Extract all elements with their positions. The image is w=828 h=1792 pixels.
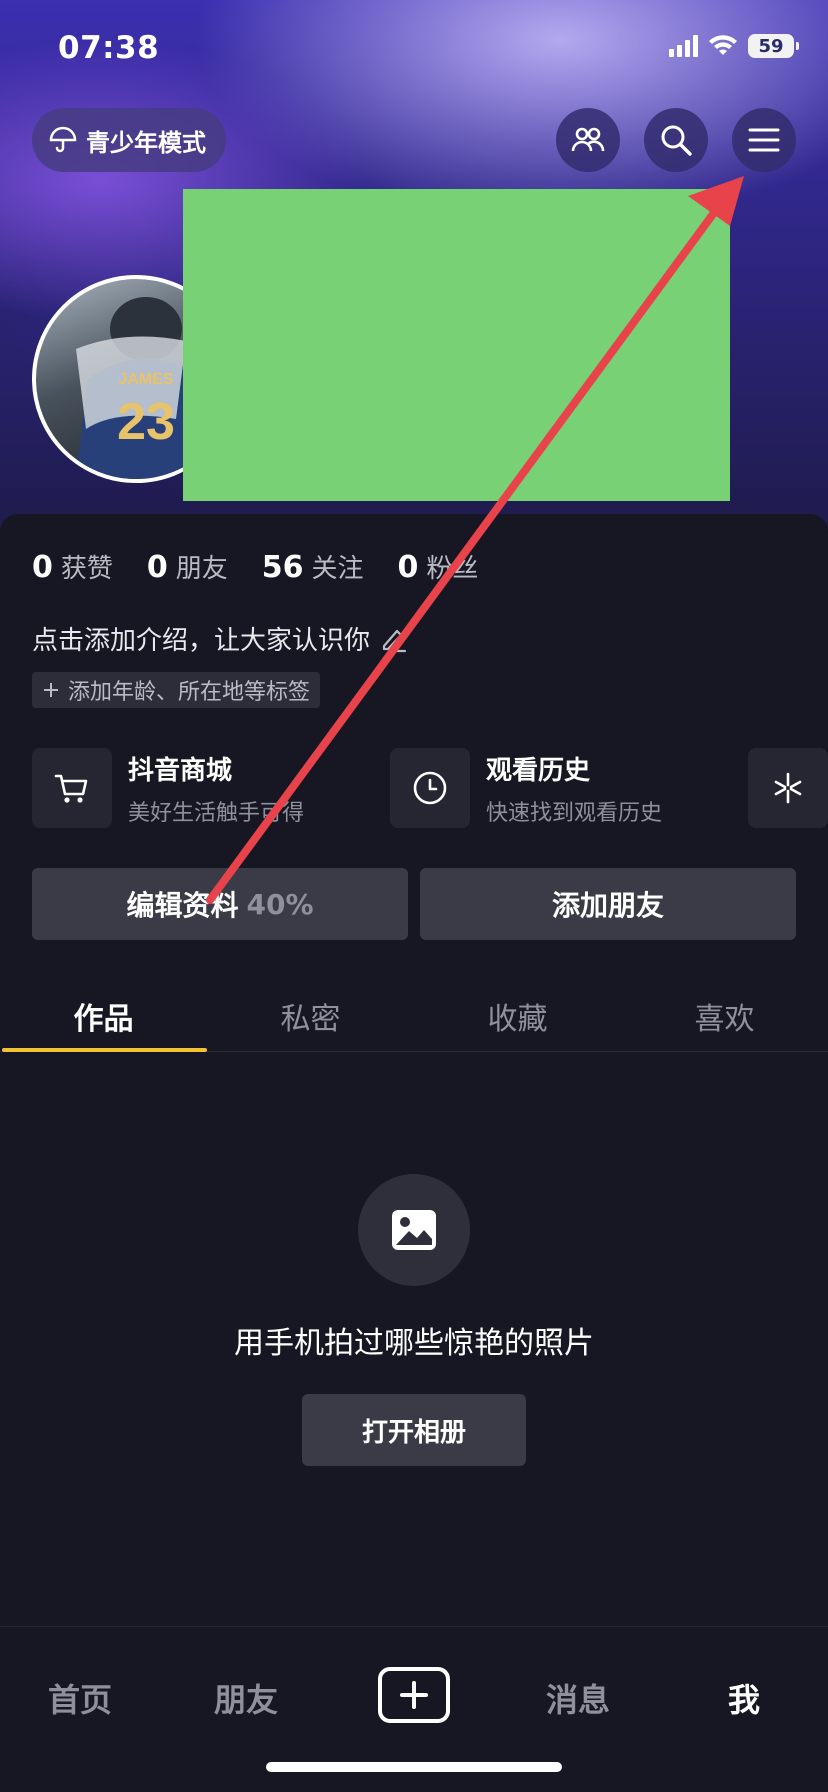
search-button[interactable] (644, 108, 708, 172)
search-icon (661, 125, 692, 156)
stat-followers-label: 粉丝 (426, 554, 479, 584)
svg-text:23: 23 (117, 393, 175, 451)
create-post-button[interactable] (378, 1667, 450, 1723)
plus-icon (400, 1681, 428, 1709)
empty-state-message: 用手机拍过哪些惊艳的照片 (234, 1326, 594, 1361)
battery-icon: 59 (748, 34, 799, 58)
plus-icon (44, 683, 58, 697)
tab-private[interactable]: 私密 (207, 980, 414, 1051)
tab-works[interactable]: 作品 (0, 980, 207, 1052)
tab-likes[interactable]: 喜欢 (621, 980, 828, 1051)
nav-me[interactable]: 我 (728, 1675, 760, 1721)
status-time: 07:38 (58, 30, 160, 66)
open-album-button[interactable]: 打开相册 (302, 1394, 526, 1466)
status-icons: 59 (669, 34, 799, 58)
stat-likes-count: 0 (32, 550, 53, 585)
teen-mode-label: 青少年模式 (86, 128, 206, 157)
umbrella-icon (49, 126, 77, 153)
shortcut-history-subtitle: 快速找到观看历史 (486, 800, 663, 826)
add-tags-button[interactable]: 添加年龄、所在地等标签 (32, 672, 321, 708)
shortcut-history-title: 观看历史 (486, 755, 591, 786)
svg-text:JAMES: JAMES (118, 371, 173, 388)
people-icon (571, 127, 605, 152)
shortcut-watch-history[interactable]: 观看历史 快速找到观看历史 (390, 748, 662, 828)
content-tabs: 作品 私密 收藏 喜欢 (0, 980, 828, 1052)
stat-friends-label: 朋友 (175, 554, 228, 584)
empty-state-image-icon (358, 1174, 470, 1286)
signal-icon (669, 35, 698, 57)
stat-friends[interactable]: 0 朋友 (147, 548, 228, 585)
edit-profile-button[interactable]: 编辑资料 40% (32, 868, 408, 940)
add-tags-label: 添加年龄、所在地等标签 (68, 680, 311, 705)
stats-row: 0 获赞 0 朋友 56 关注 0 粉丝 (32, 548, 478, 585)
shortcut-mall-title: 抖音商城 (128, 755, 233, 786)
edit-profile-label: 编辑资料 (126, 889, 239, 922)
stat-likes-label: 获赞 (60, 554, 113, 584)
home-indicator (266, 1762, 562, 1772)
stat-friends-count: 0 (146, 550, 168, 585)
teen-mode-button[interactable]: 青少年模式 (32, 108, 226, 172)
bio-text: 点击添加介绍，让大家认识你 (32, 626, 371, 656)
menu-button[interactable] (732, 108, 796, 172)
friends-list-button[interactable] (556, 108, 620, 172)
redaction-box (183, 189, 730, 501)
wifi-icon (709, 35, 737, 55)
profile-completion-percent: 40% (246, 887, 314, 921)
cart-icon (32, 748, 112, 828)
stat-followers[interactable]: 0 粉丝 (398, 548, 479, 585)
stat-followers-count: 0 (397, 550, 419, 585)
sparkle-icon (748, 748, 828, 828)
shortcut-mall-subtitle: 美好生活触手可得 (128, 800, 305, 826)
bio-prompt[interactable]: 点击添加介绍，让大家认识你 (32, 620, 408, 657)
hamburger-menu-icon (748, 128, 780, 152)
stat-following[interactable]: 56 关注 (262, 548, 364, 585)
nav-home[interactable]: 首页 (48, 1675, 112, 1721)
clock-icon (390, 748, 470, 828)
stat-following-label: 关注 (311, 554, 364, 584)
stat-likes[interactable]: 0 获赞 (32, 548, 113, 585)
add-friend-button[interactable]: 添加朋友 (420, 868, 796, 940)
pencil-icon (382, 629, 407, 652)
nav-messages[interactable]: 消息 (546, 1675, 610, 1721)
tab-favorites[interactable]: 收藏 (414, 980, 621, 1051)
shortcut-mall[interactable]: 抖音商城 美好生活触手可得 (32, 748, 304, 828)
stat-following-count: 56 (261, 550, 304, 585)
nav-friends[interactable]: 朋友 (214, 1675, 278, 1721)
shortcut-more[interactable] (748, 748, 828, 828)
